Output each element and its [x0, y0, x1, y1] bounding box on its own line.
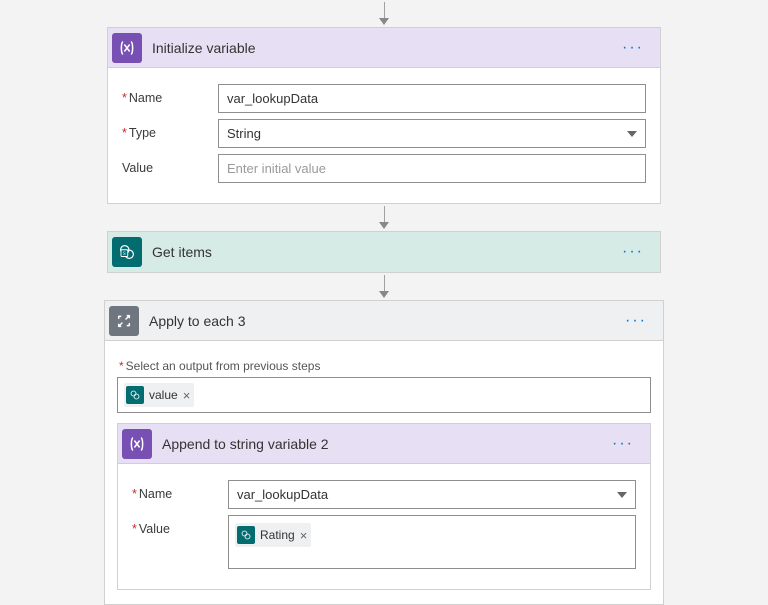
more-menu-button[interactable]: ···: [616, 35, 650, 61]
append-name-select[interactable]: var_lookupData: [228, 480, 636, 509]
step-title: Append to string variable 2: [162, 436, 606, 452]
value-field-label: *Value: [132, 515, 228, 536]
flow-arrow: [379, 2, 389, 25]
get-items-card: S Get items ···: [107, 231, 661, 273]
step-title: Initialize variable: [152, 40, 616, 56]
token-remove-button[interactable]: ×: [183, 388, 191, 403]
variable-icon: [112, 33, 142, 63]
step-title: Get items: [152, 244, 616, 260]
type-select[interactable]: String: [218, 119, 646, 148]
name-field-label: *Name: [132, 480, 228, 501]
step-title: Apply to each 3: [149, 313, 619, 329]
flow-arrow: [379, 206, 389, 229]
svg-text:S: S: [123, 251, 126, 257]
rating-token[interactable]: Rating ×: [235, 523, 311, 547]
initialize-variable-card: Initialize variable ··· *Name *Type Stri…: [107, 27, 661, 204]
initialize-variable-header[interactable]: Initialize variable ···: [108, 28, 660, 68]
name-field-label: *Name: [122, 84, 218, 105]
more-menu-button[interactable]: ···: [616, 239, 650, 265]
value-input[interactable]: [218, 154, 646, 183]
apply-to-each-card: Apply to each 3 ··· *Select an output fr…: [104, 300, 664, 605]
value-field-label: Value: [122, 154, 218, 175]
append-value-box[interactable]: Rating ×: [228, 515, 636, 569]
sharepoint-icon: S: [112, 237, 142, 267]
sharepoint-token-icon: [237, 526, 255, 544]
get-items-header[interactable]: S Get items ···: [108, 232, 660, 272]
more-menu-button[interactable]: ···: [606, 431, 640, 457]
apply-to-each-header[interactable]: Apply to each 3 ···: [105, 301, 663, 341]
chevron-down-icon: [617, 492, 627, 498]
type-field-label: *Type: [122, 119, 218, 140]
append-to-string-header[interactable]: Append to string variable 2 ···: [118, 424, 650, 464]
loop-icon: [109, 306, 139, 336]
chevron-down-icon: [627, 131, 637, 137]
loop-input-hint: *Select an output from previous steps: [119, 359, 651, 373]
value-token[interactable]: value ×: [124, 383, 194, 407]
sharepoint-token-icon: [126, 386, 144, 404]
variable-icon: [122, 429, 152, 459]
flow-arrow: [379, 275, 389, 298]
token-remove-button[interactable]: ×: [300, 528, 308, 543]
name-input[interactable]: [218, 84, 646, 113]
loop-input-box[interactable]: value ×: [117, 377, 651, 413]
more-menu-button[interactable]: ···: [619, 308, 653, 334]
append-to-string-card: Append to string variable 2 ··· *Name va…: [117, 423, 651, 590]
